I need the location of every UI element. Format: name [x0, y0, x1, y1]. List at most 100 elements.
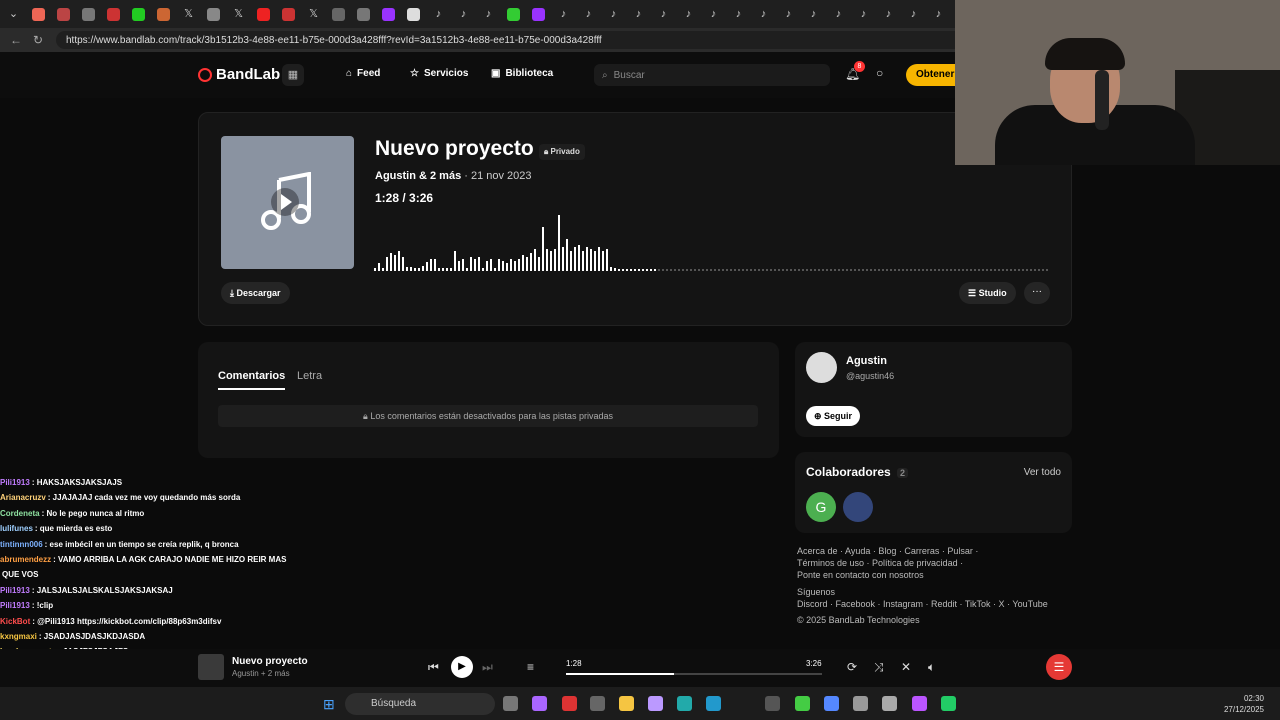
tiktok-icon[interactable]: ♪	[732, 8, 745, 21]
track-cover[interactable]	[221, 136, 354, 269]
folder-icon[interactable]	[619, 696, 634, 711]
edge-icon[interactable]	[677, 696, 692, 711]
opera-icon[interactable]	[562, 696, 577, 711]
tab-favicon-icon[interactable]	[282, 7, 295, 21]
terminal-icon[interactable]	[765, 696, 780, 711]
follow-button[interactable]: ⊕ Seguir	[806, 406, 861, 426]
chat-username[interactable]: kxngmaxi	[0, 632, 37, 641]
youtube-icon[interactable]	[257, 7, 270, 21]
x-icon[interactable]: 𝕏	[307, 8, 320, 21]
google-icon[interactable]	[407, 7, 420, 21]
tiktok-icon[interactable]: ♪	[657, 8, 670, 21]
app-icon[interactable]	[882, 696, 897, 711]
tiktok-icon[interactable]: ♪	[832, 8, 845, 21]
player-title[interactable]: Nuevo proyecto	[232, 656, 308, 667]
track-artists[interactable]: Agustin & 2 más · 21 nov 2023	[375, 170, 532, 182]
tiktok-icon[interactable]: ♪	[932, 8, 945, 21]
tiktok-icon[interactable]: ♪	[582, 8, 595, 21]
tiktok-icon[interactable]: ♪	[882, 8, 895, 21]
tiktok-icon[interactable]: ♪	[707, 8, 720, 21]
chat-username[interactable]: tintinnn006	[0, 540, 43, 549]
app-icon[interactable]	[648, 696, 663, 711]
bandlab-logo[interactable]: BandLab	[198, 66, 280, 83]
back-icon[interactable]: ←	[8, 33, 24, 47]
store-icon[interactable]	[590, 696, 605, 711]
tab-lyrics[interactable]: Letra	[297, 370, 322, 382]
apps-grid-icon[interactable]: ▦	[282, 64, 304, 86]
taskview-icon[interactable]	[503, 696, 518, 711]
copilot-icon[interactable]	[532, 696, 547, 711]
nav-biblioteca[interactable]: ▣ Biblioteca	[491, 68, 553, 79]
windows-start-icon[interactable]: ⊞	[323, 696, 335, 713]
chrome-icon[interactable]	[795, 696, 810, 711]
x-icon[interactable]: 𝕏	[182, 8, 195, 21]
mute-icon[interactable]: ✕	[901, 660, 911, 674]
tiktok-icon[interactable]: ♪	[857, 8, 870, 21]
chat-username[interactable]: abrumendezz	[0, 555, 51, 564]
chat-username[interactable]: KickBot	[0, 617, 30, 626]
app-icon[interactable]	[853, 696, 868, 711]
whatsapp-icon[interactable]	[941, 696, 956, 711]
reload-icon[interactable]: ↻	[30, 33, 46, 47]
tab-favicon-icon[interactable]	[57, 7, 70, 21]
tiktok-icon[interactable]: ♪	[432, 8, 445, 21]
address-bar[interactable]: https://www.bandlab.com/track/3b1512b3-4…	[56, 31, 976, 49]
tab-favicon-icon[interactable]	[132, 7, 145, 21]
player-cover[interactable]	[198, 654, 224, 680]
tiktok-icon[interactable]: ♪	[632, 8, 645, 21]
tab-favicon-icon[interactable]	[82, 7, 95, 21]
kick-icon[interactable]	[507, 7, 520, 21]
tab-favicon-icon[interactable]	[157, 7, 170, 21]
chat-username[interactable]: Pili1913	[0, 586, 30, 595]
chat-username[interactable]: Cordeneta	[0, 509, 40, 518]
avatar[interactable]	[806, 352, 837, 383]
tiktok-icon[interactable]: ♪	[782, 8, 795, 21]
next-icon[interactable]: ⏭	[482, 660, 493, 675]
chat-username[interactable]: Pili1913	[0, 601, 30, 610]
shuffle-icon[interactable]: ⤨	[874, 660, 884, 675]
tiktok-icon[interactable]: ♪	[907, 8, 920, 21]
tiktok-icon[interactable]: ♪	[557, 8, 570, 21]
menu-icon[interactable]: ☰	[1046, 654, 1072, 680]
more-options-button[interactable]: ···	[1024, 282, 1050, 304]
tiktok-icon[interactable]: ♪	[482, 8, 495, 21]
x-icon[interactable]: 𝕏	[232, 8, 245, 21]
nav-feed[interactable]: ⌂ Feed	[346, 68, 380, 79]
nav-servicios[interactable]: ☆ Servicios	[410, 68, 468, 79]
player-progress-bar[interactable]	[566, 673, 822, 675]
system-clock[interactable]: 02:30 27/12/2025	[1224, 693, 1264, 715]
download-button[interactable]: ⤓ Descargar	[221, 282, 290, 304]
repeat-icon[interactable]: ⟳	[847, 660, 857, 674]
tab-menu-icon[interactable]: ⌄	[7, 8, 20, 21]
tiktok-icon[interactable]: ♪	[457, 8, 470, 21]
volume-icon[interactable]: 🔈︎	[928, 660, 935, 675]
waveform[interactable]	[374, 208, 1050, 271]
collaborator-avatar[interactable]	[843, 492, 873, 522]
chat-username[interactable]: lulifunes	[0, 524, 33, 533]
tab-favicon-icon[interactable]	[207, 7, 220, 21]
chat-username[interactable]: Arianacruzv	[0, 493, 46, 502]
tiktok-icon[interactable]: ♪	[682, 8, 695, 21]
queue-icon[interactable]: ≡	[527, 660, 534, 674]
studio-button[interactable]: ☰ Studio	[959, 282, 1016, 304]
tab-comments[interactable]: Comentarios	[218, 370, 286, 390]
tab-favicon-icon[interactable]	[357, 7, 370, 21]
app-icon[interactable]	[912, 696, 927, 711]
messages-icon[interactable]: ○	[876, 66, 883, 80]
collaborator-avatar[interactable]: G	[806, 492, 836, 522]
view-all-link[interactable]: Ver todo	[1024, 467, 1061, 478]
footer-line[interactable]: Acerca de · Ayuda · Blog · Carreras · Pu…	[797, 545, 1077, 557]
previous-icon[interactable]: ⏮	[428, 660, 439, 675]
play-button[interactable]: ▶	[451, 656, 473, 678]
discord-icon[interactable]	[824, 696, 839, 711]
search-input[interactable]: ⌕ Buscar	[594, 64, 830, 86]
tiktok-icon[interactable]: ♪	[607, 8, 620, 21]
profile-name[interactable]: Agustin	[846, 355, 887, 367]
tab-favicon-icon[interactable]	[107, 7, 120, 21]
footer-line[interactable]: Ponte en contacto con nosotros	[797, 569, 1077, 581]
twitch-icon[interactable]	[532, 7, 545, 21]
app-icon[interactable]	[706, 696, 721, 711]
tab-favicon-icon[interactable]	[32, 7, 45, 21]
twitch-icon[interactable]	[382, 7, 395, 21]
tiktok-icon[interactable]: ♪	[807, 8, 820, 21]
